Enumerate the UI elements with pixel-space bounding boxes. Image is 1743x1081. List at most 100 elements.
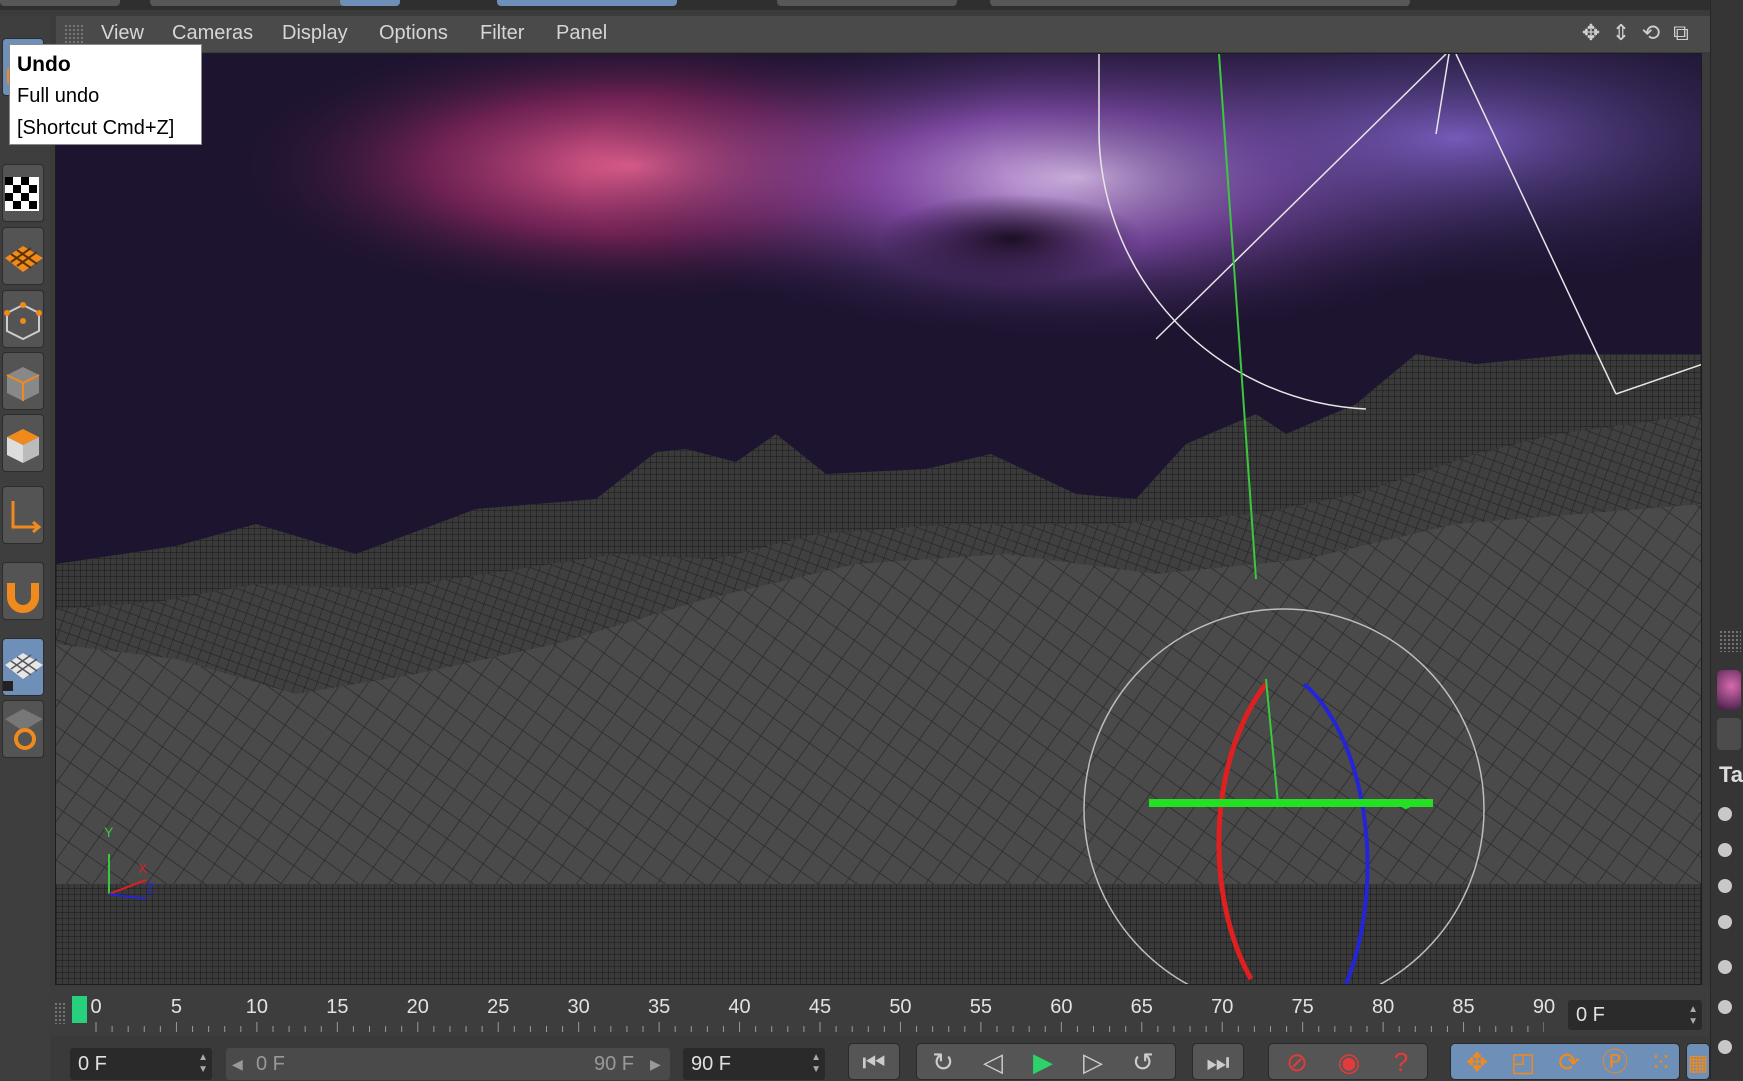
lock-workplane-icon — [5, 709, 43, 750]
timeline-tick-label: 90 — [1532, 996, 1556, 1018]
timeline-tick-label: 20 — [406, 996, 429, 1018]
timeline-tick-label: 5 — [170, 996, 182, 1018]
next-frame-icon[interactable]: ▷ — [1073, 1044, 1113, 1081]
checker-texture-button[interactable] — [2, 164, 44, 222]
parameter-key-icon[interactable]: Ⓟ — [1593, 1044, 1637, 1081]
stepper-arrows-icon[interactable]: ▲ ▼ — [1688, 1004, 1698, 1028]
timeline-tick-label: 80 — [1371, 996, 1395, 1018]
tooltip-title: Undo — [17, 53, 71, 76]
maximize-view-icon[interactable]: ⧉ — [1668, 20, 1694, 46]
menu-filter[interactable]: Filter — [480, 22, 524, 45]
timeline-playhead[interactable] — [72, 996, 87, 1023]
viewport-scene — [56, 54, 1701, 984]
toolbar-button-stub[interactable] — [777, 0, 957, 6]
menu-options[interactable]: Options — [379, 22, 448, 45]
timeline-tick-label: 85 — [1452, 996, 1475, 1018]
points-mode-button[interactable] — [2, 290, 44, 348]
timeline-tick-label: 55 — [969, 996, 992, 1018]
polygons-mode-icon — [7, 429, 39, 463]
scale-key-icon[interactable]: ◰ — [1501, 1044, 1545, 1081]
current-frame-field[interactable]: 0 F ▲ ▼ — [1568, 1000, 1702, 1030]
timeline-tick-label: 30 — [567, 996, 590, 1018]
radio-button[interactable] — [1718, 807, 1732, 821]
timeline-button[interactable]: ▦ — [1686, 1043, 1710, 1080]
polygons-mode-button[interactable] — [2, 414, 44, 472]
rotation-key-icon[interactable]: ⟳ — [1547, 1044, 1591, 1081]
material-preview-icon[interactable] — [1717, 670, 1741, 710]
axis-label-z: Z — [146, 880, 155, 896]
snap-magnet-icon — [6, 583, 39, 613]
min-frame-field[interactable]: 0 F ▲ ▼ — [70, 1048, 212, 1080]
radio-button[interactable] — [1718, 1040, 1732, 1054]
timeline-grip-handle[interactable] — [54, 1002, 66, 1024]
undo-tooltip: Undo Full undo [Shortcut Cmd+Z] — [9, 44, 202, 145]
panel-grip-handle[interactable] — [1719, 630, 1741, 652]
polygon-mesh-button[interactable] — [2, 227, 44, 285]
panel-tab-label[interactable]: Ta — [1719, 762, 1743, 788]
timeline-ticks — [95, 1022, 1544, 1032]
snap-button[interactable] — [2, 562, 44, 620]
timeline-icon: ▦ — [1687, 1050, 1709, 1075]
rotate-view-icon[interactable]: ⟲ — [1638, 20, 1664, 46]
stepper-arrows-icon[interactable]: ▲ ▼ — [198, 1052, 208, 1076]
axis-mode-icon — [11, 501, 42, 534]
menu-display[interactable]: Display — [282, 22, 348, 45]
axis-mode-button[interactable] — [2, 486, 44, 544]
polygon-mesh-icon — [5, 246, 43, 272]
point-level-icon[interactable]: ⁙ — [1639, 1044, 1683, 1081]
radio-button[interactable] — [1718, 960, 1732, 974]
toolbar-button-stub[interactable] — [340, 0, 400, 6]
top-toolbar-strip — [0, 0, 1743, 10]
radio-button[interactable] — [1718, 843, 1732, 857]
stepper-arrows-icon[interactable]: ▲ ▼ — [811, 1052, 821, 1076]
edges-mode-button[interactable] — [2, 352, 44, 410]
menu-panel[interactable]: Panel — [556, 22, 607, 45]
3d-viewport[interactable]: Y X Z — [55, 53, 1702, 985]
keyframe-selection-icon[interactable]: ? — [1377, 1044, 1425, 1081]
panel-button[interactable] — [1717, 718, 1741, 750]
viewport-menu-bar: View Cameras Display Options Filter Pane… — [56, 16, 1710, 52]
axis-label-y: Y — [104, 824, 114, 840]
record-keys-icon[interactable]: ⊘ — [1273, 1044, 1321, 1081]
lock-workplane-button[interactable] — [2, 700, 44, 758]
range-right-arrow-icon[interactable]: ▶ — [650, 1048, 661, 1080]
timeline-ruler[interactable] — [70, 994, 1544, 1034]
workplane-button[interactable] — [2, 638, 44, 696]
transport-group: ↻ ◁ ▶ ▷ ↺ — [916, 1043, 1176, 1080]
key-type-group: ✥ ◰ ⟳ Ⓟ ⁙ — [1450, 1043, 1680, 1080]
position-key-icon[interactable]: ✥ — [1455, 1044, 1499, 1081]
frame-range-slider[interactable]: ◀ 0 F 90 F ▶ — [226, 1048, 670, 1080]
next-key-icon[interactable]: ↺ — [1123, 1044, 1163, 1081]
timeline-tick-label: 60 — [1050, 996, 1073, 1018]
radio-button[interactable] — [1718, 915, 1732, 929]
radio-button[interactable] — [1718, 879, 1732, 893]
toolbar-button-stub[interactable] — [0, 0, 120, 6]
left-toolbar — [0, 16, 50, 1080]
max-frame-field[interactable]: 90 F ▲ ▼ — [683, 1048, 825, 1080]
radio-button[interactable] — [1718, 1000, 1732, 1014]
current-frame-value: 0 F — [1576, 1004, 1605, 1026]
min-frame-value: 0 F — [78, 1053, 107, 1075]
toolbar-button-stub[interactable] — [150, 0, 360, 6]
tooltip-shortcut: [Shortcut Cmd+Z] — [17, 117, 175, 139]
toolbar-button-stub[interactable] — [990, 0, 1410, 6]
timeline-tick-label: 70 — [1211, 996, 1234, 1018]
menu-view[interactable]: View — [101, 22, 144, 45]
autokey-icon[interactable]: ◉ — [1325, 1044, 1373, 1081]
range-left-arrow-icon[interactable]: ◀ — [232, 1048, 243, 1080]
toolbar-button-stub[interactable] — [497, 0, 677, 6]
previous-frame-icon[interactable]: ◁ — [973, 1044, 1013, 1081]
go-to-start-button[interactable]: ⏮ — [848, 1043, 900, 1080]
panel-grip-handle[interactable] — [64, 24, 84, 44]
dolly-view-icon[interactable]: ⇕ — [1608, 20, 1634, 46]
move-view-icon[interactable]: ✥ — [1578, 20, 1604, 46]
go-to-start-icon: ⏮ — [862, 1047, 886, 1077]
timeline-tick-label: 65 — [1130, 996, 1153, 1018]
go-to-end-icon: ⏭ — [1206, 1047, 1230, 1077]
previous-key-icon[interactable]: ↻ — [923, 1044, 963, 1081]
go-to-end-button[interactable]: ⏭ — [1192, 1043, 1244, 1080]
record-group: ⊘ ◉ ? — [1268, 1043, 1428, 1080]
play-icon[interactable]: ▶ — [1023, 1044, 1063, 1081]
timeline-tick-label: 40 — [728, 996, 751, 1018]
menu-cameras[interactable]: Cameras — [172, 22, 253, 45]
